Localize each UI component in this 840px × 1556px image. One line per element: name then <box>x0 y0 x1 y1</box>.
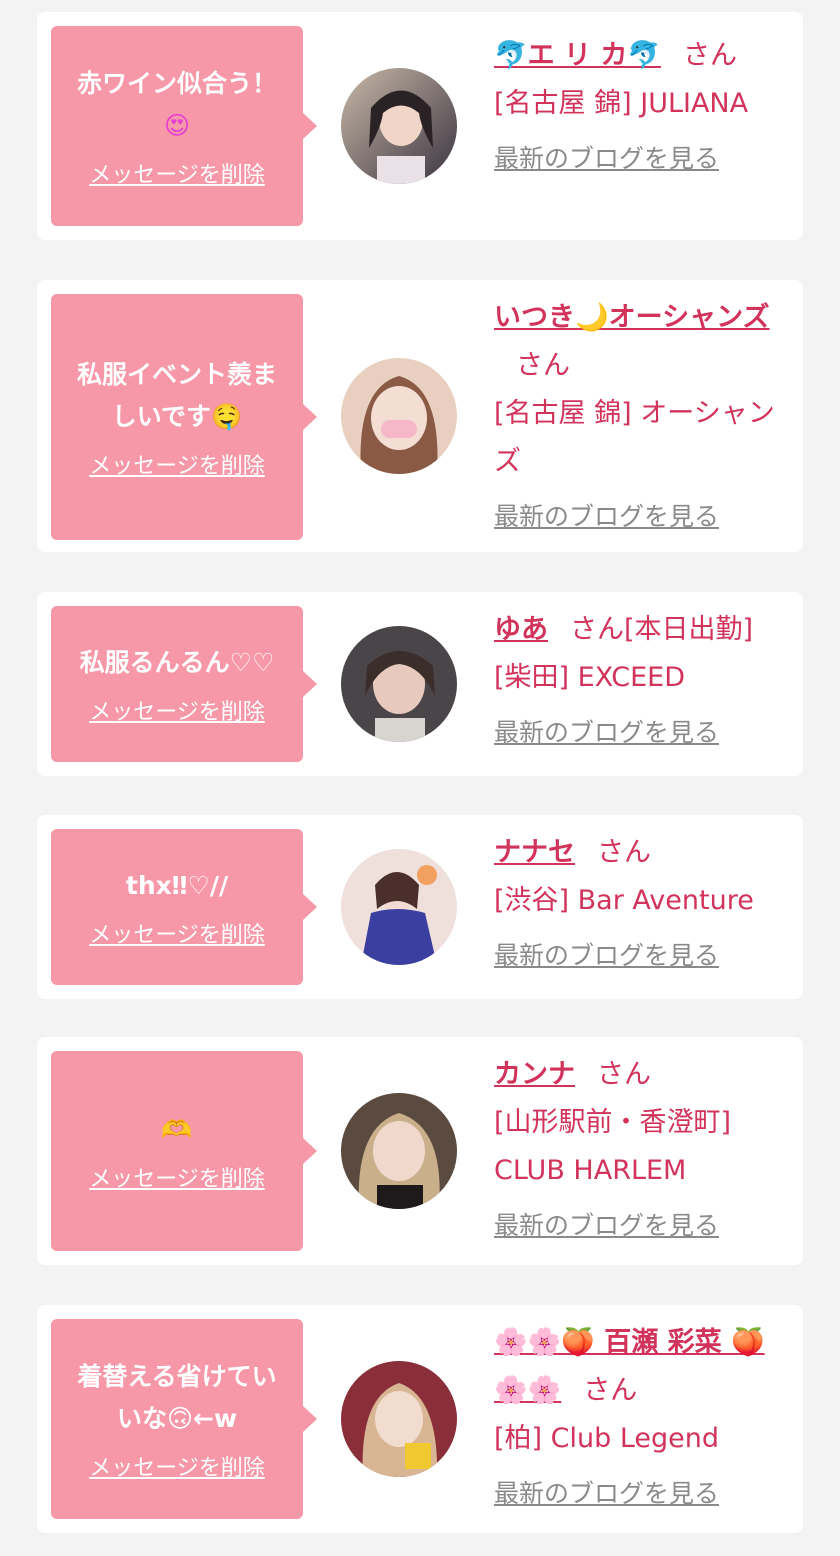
delete-message-link[interactable]: メッセージを削除 <box>89 1161 265 1193</box>
shop-location: [名古屋 錦] JULIANA <box>494 88 749 119</box>
cast-name-link[interactable]: ナナセ <box>494 837 575 868</box>
shop-location: [渋谷] Bar Aventure <box>494 885 754 916</box>
message-text: 🫶 <box>161 1115 193 1144</box>
avatar[interactable] <box>341 358 457 474</box>
cast-name-link[interactable]: カンナ <box>494 1059 575 1090</box>
message-bubble: 私服るんるん♡♡ メッセージを削除 <box>51 606 317 762</box>
message-bubble: 着替える省けていいな🙃←w メッセージを削除 <box>51 1319 317 1519</box>
honorific: さん <box>683 40 738 71</box>
avatar[interactable] <box>341 68 457 184</box>
honorific: さん <box>597 1059 651 1090</box>
shop-location: [名古屋 錦] オーシャンズ <box>494 398 775 477</box>
message-bubble: 🫶 メッセージを削除 <box>51 1051 317 1251</box>
shop-location: [柴田] EXCEED <box>494 662 686 693</box>
delete-message-link[interactable]: メッセージを削除 <box>89 157 265 189</box>
message-card: 赤ワイン似合う！ 😍 メッセージを削除 🐬エ リ カ🐬 さん [名古屋 錦] JU… <box>37 12 803 240</box>
message-card: 私服イベント羨ましいです🤤 メッセージを削除 いつき🌙オーシャンズさん [名古屋… <box>37 280 803 552</box>
message-text: 赤ワイン似合う！ 😍 <box>76 69 277 140</box>
shop-location: [山形駅前・香澄町] CLUB HARLEM <box>494 1107 732 1186</box>
delete-message-link[interactable]: メッセージを削除 <box>89 917 265 949</box>
delete-message-link[interactable]: メッセージを削除 <box>89 1450 265 1482</box>
message-text: 着替える省けていいな🙃←w <box>77 1362 277 1433</box>
message-bubble: 私服イベント羨ましいです🤤 メッセージを削除 <box>51 294 317 540</box>
message-text: 私服るんるん♡♡ <box>79 648 275 677</box>
message-bubble: thx‼︎♡// メッセージを削除 <box>51 829 317 985</box>
cast-info: ナナセ さん [渋谷] Bar Aventure 最新のブログを見る <box>494 829 794 973</box>
delete-message-link[interactable]: メッセージを削除 <box>89 694 265 726</box>
delete-message-link[interactable]: メッセージを削除 <box>89 448 265 480</box>
message-card: 着替える省けていいな🙃←w メッセージを削除 🌸🌸🍑 百瀬 彩菜 🍑🌸🌸 さん [… <box>37 1305 803 1533</box>
latest-blog-link[interactable]: 最新のブログを見る <box>494 1209 794 1243</box>
honorific: さん <box>597 837 651 868</box>
shop-location: [柏] Club Legend <box>494 1423 720 1454</box>
message-card: 私服るんるん♡♡ メッセージを削除 ゆあ さん[本日出勤] [柴田] EXCEED… <box>37 592 803 776</box>
honorific: さん <box>570 614 624 645</box>
message-bubble: 赤ワイン似合う！ 😍 メッセージを削除 <box>51 26 317 226</box>
message-text: thx‼︎♡// <box>125 871 229 900</box>
name-suffix: [本日出勤] <box>624 614 754 645</box>
cast-name-link[interactable]: ゆあ <box>494 614 548 645</box>
latest-blog-link[interactable]: 最新のブログを見る <box>494 500 794 534</box>
avatar[interactable] <box>341 626 457 742</box>
latest-blog-link[interactable]: 最新のブログを見る <box>494 939 794 973</box>
latest-blog-link[interactable]: 最新のブログを見る <box>494 716 794 750</box>
cast-info: いつき🌙オーシャンズさん [名古屋 錦] オーシャンズ 最新のブログを見る <box>494 294 794 534</box>
message-emoji: 😍 <box>163 111 191 140</box>
cast-name-link[interactable]: いつき🌙オーシャンズ <box>494 302 770 333</box>
message-card: thx‼︎♡// メッセージを削除 ナナセ さん [渋谷] Bar Aventur… <box>37 815 803 999</box>
honorific: さん <box>583 1375 638 1406</box>
avatar[interactable] <box>341 1093 457 1209</box>
cast-info: ゆあ さん[本日出勤] [柴田] EXCEED 最新のブログを見る <box>494 606 794 750</box>
avatar[interactable] <box>341 849 457 965</box>
honorific: さん <box>516 350 570 381</box>
cast-info: カンナ さん [山形駅前・香澄町] CLUB HARLEM 最新のブログを見る <box>494 1051 794 1243</box>
message-card: 🫶 メッセージを削除 カンナ さん [山形駅前・香澄町] CLUB HARLEM … <box>37 1037 803 1265</box>
latest-blog-link[interactable]: 最新のブログを見る <box>494 142 794 176</box>
latest-blog-link[interactable]: 最新のブログを見る <box>494 1477 794 1511</box>
message-text: 私服イベント羨ましいです🤤 <box>76 360 277 431</box>
avatar[interactable] <box>341 1361 457 1477</box>
cast-info: 🐬エ リ カ🐬 さん [名古屋 錦] JULIANA 最新のブログを見る <box>494 32 794 176</box>
cast-name-link[interactable]: 🐬エ リ カ🐬 <box>494 40 661 71</box>
cast-info: 🌸🌸🍑 百瀬 彩菜 🍑🌸🌸 さん [柏] Club Legend 最新のブログを見… <box>494 1319 794 1511</box>
